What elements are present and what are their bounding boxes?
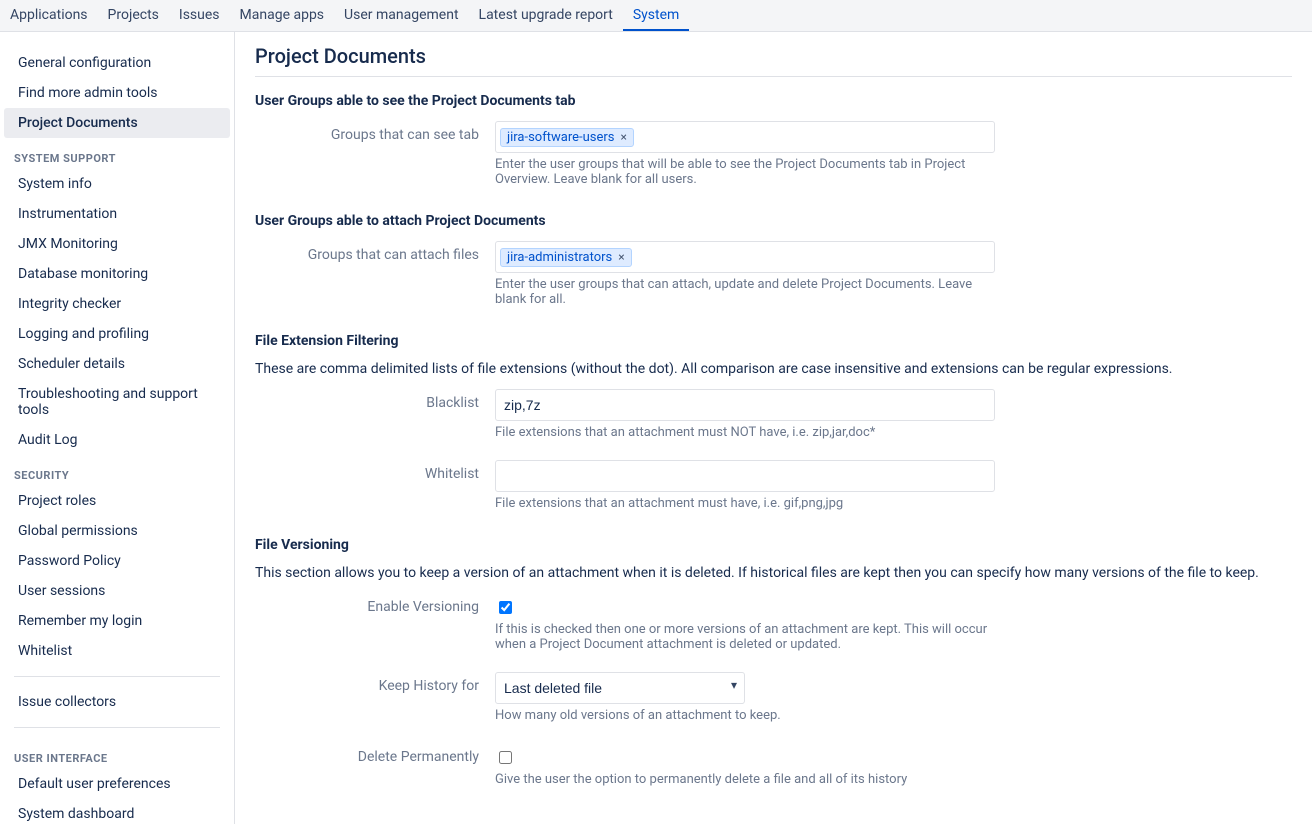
sidebar-project-documents[interactable]: Project Documents — [4, 108, 230, 138]
label-groups-attach: Groups that can attach files — [255, 241, 495, 263]
sidebar-system-dashboard[interactable]: System dashboard — [4, 799, 230, 824]
top-nav: Applications Projects Issues Manage apps… — [0, 0, 1312, 32]
sidebar-remember-my-login[interactable]: Remember my login — [4, 606, 230, 636]
label-whitelist: Whitelist — [255, 460, 495, 482]
section-title-file-versioning: File Versioning — [255, 537, 1292, 553]
input-blacklist[interactable] — [495, 389, 995, 421]
help-delete-permanently: Give the user the option to permanently … — [495, 772, 995, 787]
checkbox-enable-versioning[interactable] — [499, 601, 512, 614]
nav-projects[interactable]: Projects — [98, 0, 169, 31]
sidebar-divider — [14, 676, 220, 677]
section-title-file-extension: File Extension Filtering — [255, 333, 1292, 349]
sidebar-jmx-monitoring[interactable]: JMX Monitoring — [4, 229, 230, 259]
select-keep-history[interactable]: Last deleted file — [495, 672, 745, 704]
desc-file-versioning: This section allows you to keep a versio… — [255, 565, 1292, 581]
help-groups-see-tab: Enter the user groups that will be able … — [495, 157, 995, 187]
tag-label: jira-administrators — [507, 250, 612, 265]
sidebar-project-roles[interactable]: Project roles — [4, 486, 230, 516]
sidebar-general-configuration[interactable]: General configuration — [4, 48, 230, 78]
desc-file-extension: These are comma delimited lists of file … — [255, 361, 1292, 377]
sidebar-issue-collectors[interactable]: Issue collectors — [4, 687, 230, 717]
sidebar-find-more-admin-tools[interactable]: Find more admin tools — [4, 78, 230, 108]
help-blacklist: File extensions that an attachment must … — [495, 425, 995, 440]
sidebar-system-info[interactable]: System info — [4, 169, 230, 199]
sidebar-global-permissions[interactable]: Global permissions — [4, 516, 230, 546]
close-icon[interactable]: × — [618, 250, 624, 264]
section-title-see-tab: User Groups able to see the Project Docu… — [255, 93, 1292, 109]
close-icon[interactable]: × — [620, 130, 626, 144]
help-keep-history: How many old versions of an attachment t… — [495, 708, 995, 723]
main-content: Project Documents User Groups able to se… — [235, 32, 1312, 824]
sidebar-instrumentation[interactable]: Instrumentation — [4, 199, 230, 229]
label-groups-see-tab: Groups that can see tab — [255, 121, 495, 143]
label-delete-permanently: Delete Permanently — [255, 743, 495, 765]
sidebar-heading-security: SECURITY — [0, 455, 234, 486]
input-groups-see-tab[interactable]: jira-software-users × — [495, 121, 995, 153]
sidebar-heading-system-support: SYSTEM SUPPORT — [0, 138, 234, 169]
sidebar-password-policy[interactable]: Password Policy — [4, 546, 230, 576]
section-title-attach: User Groups able to attach Project Docum… — [255, 213, 1292, 229]
sidebar-heading-ui: USER INTERFACE — [0, 738, 234, 769]
nav-system[interactable]: System — [623, 0, 689, 31]
nav-user-management[interactable]: User management — [334, 0, 468, 31]
input-groups-attach[interactable]: jira-administrators × — [495, 241, 995, 273]
sidebar-troubleshooting[interactable]: Troubleshooting and support tools — [4, 379, 230, 425]
nav-latest-upgrade-report[interactable]: Latest upgrade report — [469, 0, 623, 31]
sidebar-integrity-checker[interactable]: Integrity checker — [4, 289, 230, 319]
nav-manage-apps[interactable]: Manage apps — [230, 0, 335, 31]
help-groups-attach: Enter the user groups that can attach, u… — [495, 277, 995, 307]
help-enable-versioning: If this is checked then one or more vers… — [495, 622, 995, 652]
sidebar-default-user-preferences[interactable]: Default user preferences — [4, 769, 230, 799]
nav-issues[interactable]: Issues — [169, 0, 230, 31]
label-keep-history: Keep History for — [255, 672, 495, 694]
input-whitelist[interactable] — [495, 460, 995, 492]
nav-applications[interactable]: Applications — [0, 0, 98, 31]
sidebar-user-sessions[interactable]: User sessions — [4, 576, 230, 606]
sidebar-logging-profiling[interactable]: Logging and profiling — [4, 319, 230, 349]
sidebar: General configuration Find more admin to… — [0, 32, 235, 824]
sidebar-whitelist[interactable]: Whitelist — [4, 636, 230, 666]
sidebar-database-monitoring[interactable]: Database monitoring — [4, 259, 230, 289]
tag-jira-software-users[interactable]: jira-software-users × — [500, 128, 634, 147]
sidebar-audit-log[interactable]: Audit Log — [4, 425, 230, 455]
sidebar-scheduler-details[interactable]: Scheduler details — [4, 349, 230, 379]
tag-jira-administrators[interactable]: jira-administrators × — [500, 248, 632, 267]
sidebar-divider — [14, 727, 220, 728]
help-whitelist: File extensions that an attachment must … — [495, 496, 995, 511]
label-enable-versioning: Enable Versioning — [255, 593, 495, 615]
label-blacklist: Blacklist — [255, 389, 495, 411]
page-title: Project Documents — [255, 44, 1292, 77]
checkbox-delete-permanently[interactable] — [499, 751, 512, 764]
tag-label: jira-software-users — [507, 130, 614, 145]
